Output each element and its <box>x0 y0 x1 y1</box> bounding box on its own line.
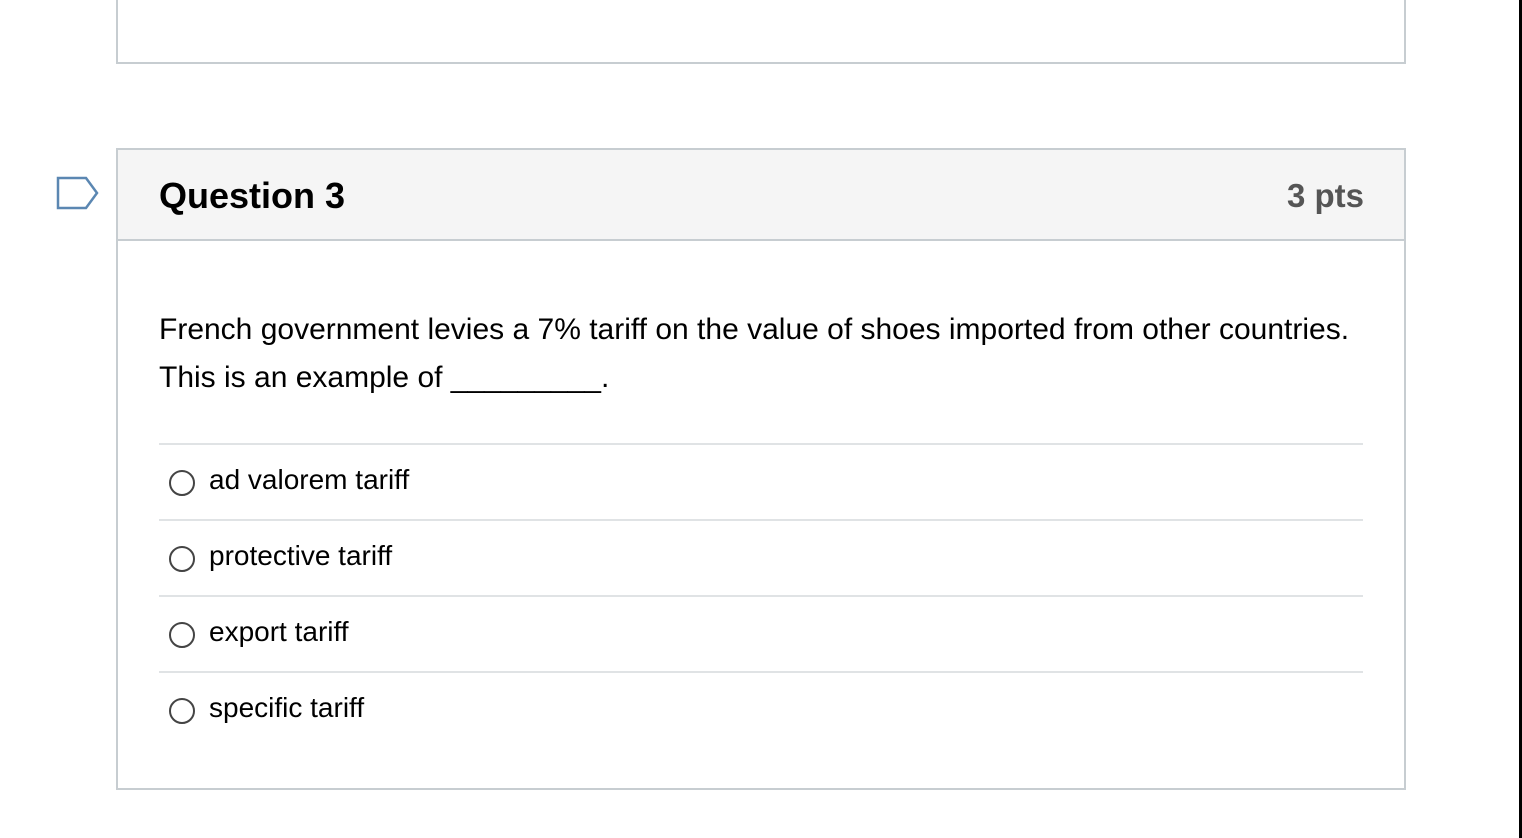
radio-button-icon[interactable] <box>169 546 195 572</box>
answer-label[interactable]: ad valorem tariff <box>209 463 409 497</box>
radio-button-icon[interactable] <box>169 470 195 496</box>
question-title: Question 3 <box>159 175 346 216</box>
answer-label[interactable]: protective tariff <box>209 539 392 573</box>
answer-list: ad valorem tariff protective tariff expo… <box>159 443 1363 747</box>
question-header: Question 3 3 pts <box>118 150 1404 241</box>
radio-button-icon[interactable] <box>169 622 195 648</box>
answer-option[interactable]: specific tariff <box>159 671 1363 747</box>
previous-question-card <box>116 0 1406 64</box>
question-text: French government levies a 7% tariff on … <box>159 313 1350 394</box>
answer-option[interactable]: ad valorem tariff <box>159 443 1363 519</box>
flag-question-icon[interactable] <box>56 176 100 210</box>
question-points: 3 pts <box>1286 177 1364 214</box>
answer-label[interactable]: export tariff <box>209 615 349 649</box>
answer-option[interactable]: protective tariff <box>159 519 1363 595</box>
answer-option[interactable]: export tariff <box>159 595 1363 671</box>
answer-label[interactable]: specific tariff <box>209 691 364 725</box>
question-card: Question 3 3 pts French government levie… <box>116 148 1406 790</box>
radio-button-icon[interactable] <box>169 698 195 724</box>
